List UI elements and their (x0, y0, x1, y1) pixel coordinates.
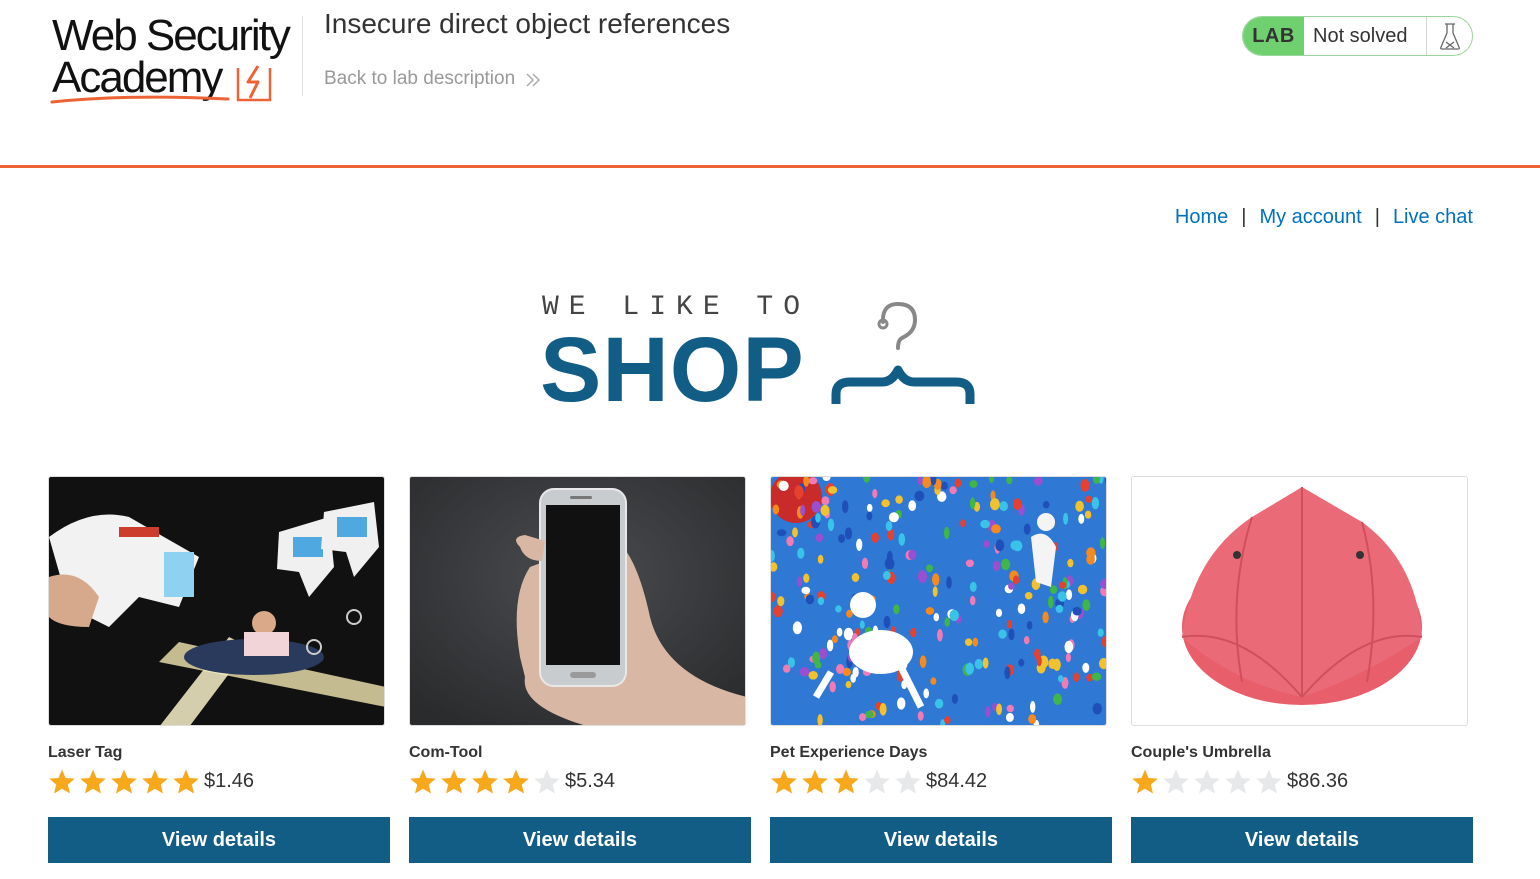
nav-separator: | (1374, 206, 1380, 228)
product-price: $1.46 (204, 770, 255, 792)
product-card: Pet Experience Days $84.42 View details (770, 476, 1112, 863)
star-filled-icon (441, 769, 467, 794)
star-filled-icon (833, 769, 859, 794)
view-details-button[interactable]: View details (409, 817, 751, 863)
star-filled-icon (503, 769, 529, 794)
nav-separator: | (1241, 206, 1247, 228)
back-to-lab-description-link[interactable]: Back to lab description (324, 68, 541, 90)
nav-home-link[interactable]: Home (1175, 206, 1228, 229)
header-divider (302, 16, 303, 96)
star-empty-icon (1256, 769, 1282, 794)
product-image-couples-umbrella[interactable] (1131, 476, 1468, 726)
star-empty-icon (534, 769, 560, 794)
product-name: Couple's Umbrella (1131, 744, 1271, 761)
star-filled-icon (111, 769, 137, 794)
star-filled-icon (472, 769, 498, 794)
star-empty-icon (895, 769, 921, 794)
product-rating: $5.34 (409, 768, 615, 795)
shop-banner: WE LIKE TO SHOP (540, 292, 980, 420)
flask-icon (1426, 17, 1472, 55)
star-filled-icon (173, 769, 199, 794)
product-name: Pet Experience Days (770, 744, 928, 761)
nav-my-account-link[interactable]: My account (1259, 206, 1361, 229)
star-filled-icon (1132, 769, 1158, 794)
lab-status-text: Not solved (1313, 24, 1408, 47)
rating-stars (409, 768, 561, 795)
product-grid: Laser Tag $1.46 View details Com-Tool $5… (48, 476, 1473, 866)
banner-shop-word: SHOP (540, 319, 805, 421)
view-details-button[interactable]: View details (1131, 817, 1473, 863)
star-empty-icon (864, 769, 890, 794)
logo-swoosh-icon (50, 95, 230, 104)
star-empty-icon (1194, 769, 1220, 794)
product-image-pet-experience-days[interactable] (770, 476, 1107, 726)
view-details-button[interactable]: View details (770, 817, 1112, 863)
star-filled-icon (410, 769, 436, 794)
star-empty-icon (1225, 769, 1251, 794)
double-chevron-right-icon (526, 73, 541, 87)
view-details-button[interactable]: View details (48, 817, 390, 863)
star-filled-icon (771, 769, 797, 794)
product-card: Com-Tool $5.34 View details (409, 476, 751, 863)
product-name: Com-Tool (409, 744, 483, 761)
lab-status-widget: LAB Not solved (1242, 16, 1473, 56)
product-rating: $1.46 (48, 768, 254, 795)
star-filled-icon (802, 769, 828, 794)
product-price: $86.36 (1287, 770, 1349, 792)
star-filled-icon (80, 769, 106, 794)
product-rating: $86.36 (1131, 768, 1348, 795)
product-card: Couple's Umbrella $86.36 View details (1131, 476, 1473, 863)
hanger-icon (831, 301, 975, 404)
product-price: $5.34 (565, 770, 616, 792)
nav-live-chat-link[interactable]: Live chat (1393, 206, 1473, 229)
star-filled-icon (142, 769, 168, 794)
product-image-laser-tag[interactable] (48, 476, 385, 726)
back-link-label: Back to lab description (324, 68, 516, 89)
product-price: $84.42 (926, 770, 988, 792)
logo-lightning-icon (236, 65, 272, 102)
product-name: Laser Tag (48, 744, 123, 761)
rating-stars (770, 768, 922, 795)
top-nav-links: Home | My account | Live chat (1175, 206, 1473, 229)
star-empty-icon (1163, 769, 1189, 794)
rating-stars (1131, 768, 1283, 795)
star-filled-icon (49, 769, 75, 794)
product-image-com-tool[interactable] (409, 476, 746, 726)
product-rating: $84.42 (770, 768, 987, 795)
lab-title: Insecure direct object references (324, 8, 731, 39)
lab-badge: LAB (1243, 17, 1304, 55)
academy-header: Web Security Academy Insecure direct obj… (0, 0, 1540, 168)
web-security-academy-logo[interactable]: Web Security Academy (50, 12, 300, 104)
product-card: Laser Tag $1.46 View details (48, 476, 390, 863)
rating-stars (48, 768, 200, 795)
